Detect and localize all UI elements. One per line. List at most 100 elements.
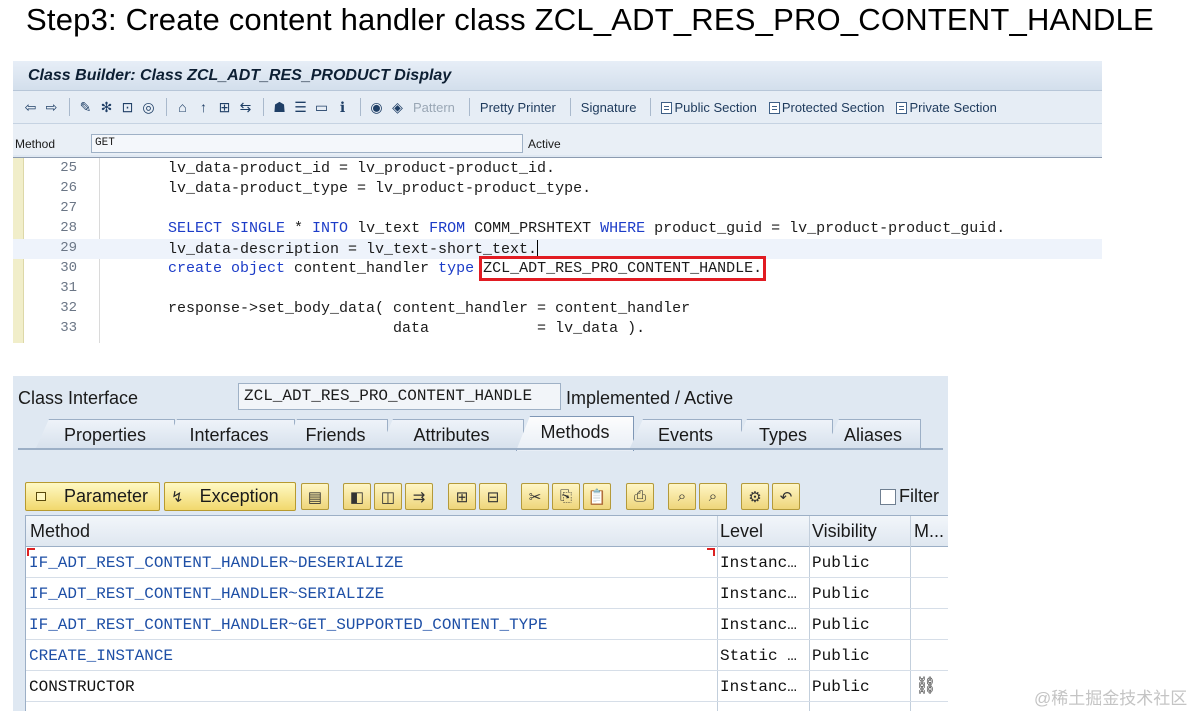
keyword: create object (168, 260, 286, 277)
check-icon[interactable]: ⊡ (118, 98, 137, 117)
breakpoint-icon[interactable]: ◉ (367, 98, 386, 117)
code-line[interactable]: 32 response->set_body_data( content_hand… (13, 299, 1102, 319)
keyword: WHERE (600, 220, 646, 237)
exception-button[interactable]: ↯ Exception (164, 482, 296, 511)
public-section-button[interactable]: Public Section (661, 100, 757, 115)
signature-button[interactable]: Signature (581, 100, 637, 115)
method-label: Method (15, 137, 56, 151)
code-text: lv_data-product_type = lv_product-produc… (168, 180, 592, 197)
hierarchy-icon[interactable]: ☗ (270, 98, 289, 117)
list-icon[interactable]: ☰ (291, 98, 310, 117)
activate-icon[interactable]: ✻ (97, 98, 116, 117)
tab-properties[interactable]: Properties (35, 419, 175, 450)
highlighted-class-name: ZCL_ADT_RES_PRO_CONTENT_HANDLE. (479, 256, 767, 281)
tab-attributes[interactable]: Attributes (379, 419, 524, 450)
keyword: INTO (312, 220, 349, 237)
tab-events[interactable]: Events (629, 419, 742, 450)
code-line[interactable]: 28 SELECT SINGLE * INTO lv_text FROM COM… (13, 219, 1102, 239)
filter-checkbox[interactable]: Filter (880, 486, 939, 507)
column-header-level[interactable]: Level (720, 521, 763, 542)
insert-row-icon[interactable]: ⊞ (448, 483, 476, 510)
pretty-printer-button[interactable]: Pretty Printer (480, 100, 556, 115)
navigate-icon[interactable]: ⇉ (405, 483, 433, 510)
detail-view-icon[interactable]: ◧ (343, 483, 371, 510)
code-line[interactable]: 26 lv_data-product_type = lv_product-pro… (13, 179, 1102, 199)
info-icon[interactable]: ℹ (333, 98, 352, 117)
print-icon[interactable]: ⎙ (626, 483, 654, 510)
text-cursor (537, 240, 539, 256)
navigate-up-icon[interactable]: ↑ (194, 98, 213, 117)
line-number: 25 (60, 160, 77, 176)
method-cell[interactable]: IF_ADT_REST_CONTENT_HANDLER~GET_SUPPORTE… (26, 609, 717, 640)
visibility-cell: Public (812, 616, 870, 634)
find-next-icon[interactable]: ⌕ (699, 483, 727, 510)
application-toolbar: ⇦ ⇨ ✎ ✻ ⊡ ◎ ⌂ ↑ ⊞ ⇆ ☗ ☰ ▭ ℹ ◉ ◈ Pattern … (13, 91, 1102, 124)
column-header-method[interactable]: Method (30, 521, 90, 542)
class-interface-label: Class Interface (18, 388, 139, 408)
undo-icon[interactable]: ↶ (772, 483, 800, 510)
forward-arrow-icon[interactable]: ⇨ (42, 98, 61, 117)
table-row[interactable]: CONSTRUCTOR Instanc… Public ⛓ (26, 671, 948, 702)
visibility-cell: Public (812, 585, 870, 603)
line-number: 28 (60, 220, 77, 236)
method-field[interactable]: GET (91, 134, 523, 153)
code-text: SELECT SINGLE * INTO lv_text FROM COMM_P… (168, 220, 1005, 237)
filter-label: Filter (899, 486, 939, 506)
method-cell[interactable]: IF_ADT_REST_CONTENT_HANDLER~SERIALIZE (26, 578, 717, 609)
settings-icon[interactable]: ⚙ (741, 483, 769, 510)
code-editor[interactable]: 25 lv_data-product_id = lv_product-produ… (13, 157, 1102, 343)
private-section-button[interactable]: Private Section (896, 100, 997, 115)
parameter-button[interactable]: Parameter (25, 482, 160, 511)
keyword: FROM (429, 220, 466, 237)
code-token: lv_data-description = lv_text-short_text… (168, 241, 538, 258)
method-cell[interactable]: CONSTRUCTOR (26, 671, 717, 702)
protected-section-button[interactable]: Protected Section (768, 100, 884, 115)
code-line[interactable]: 30 create object content_handler type ZC… (13, 256, 1102, 281)
tab-methods[interactable]: Methods (516, 416, 634, 451)
code-line[interactable]: 33 data = lv_data ). (13, 319, 1102, 339)
cut-icon[interactable]: ✂ (521, 483, 549, 510)
method-cell[interactable]: IF_ADT_REST_CONTENT_HANDLER~DESERIALIZE (26, 547, 717, 578)
code-line[interactable]: 25 lv_data-product_id = lv_product-produ… (13, 159, 1102, 179)
code-text: create object content_handler type ZCL_A… (168, 256, 767, 281)
frame-icon[interactable]: ▭ (312, 98, 331, 117)
visibility-cell: Public (812, 554, 870, 572)
enhance-icon[interactable]: ⊞ (215, 98, 234, 117)
test-icon[interactable]: ◎ (139, 98, 158, 117)
back-arrow-icon[interactable]: ⇦ (21, 98, 40, 117)
tab-friends[interactable]: Friends (283, 419, 388, 450)
copy-view-icon[interactable]: ◫ (374, 483, 402, 510)
external-breakpoint-icon[interactable]: ◈ (388, 98, 407, 117)
delete-row-icon[interactable]: ⊟ (479, 483, 507, 510)
where-used-icon[interactable]: ⌂ (173, 98, 192, 117)
method-cell[interactable]: CREATE_INSTANCE (26, 640, 717, 671)
class-name-field[interactable]: ZCL_ADT_RES_PRO_CONTENT_HANDLE (238, 383, 561, 410)
tree-icon[interactable]: ⇆ (236, 98, 255, 117)
table-row[interactable]: IF_ADT_REST_CONTENT_HANDLER~SERIALIZE In… (26, 578, 948, 609)
copy-icon[interactable]: ⎘ (552, 483, 580, 510)
methods-toolbar: Parameter ↯ Exception ▤ ◧ ◫ ⇉ ⊞ ⊟ ✂ ⎘ 📋 ⎙… (25, 482, 945, 512)
toolbar-separator (360, 98, 361, 116)
exception-icon: ↯ (171, 488, 184, 506)
tab-interfaces[interactable]: Interfaces (163, 419, 295, 450)
code-text: data = lv_data ). (168, 320, 646, 337)
column-header-visibility[interactable]: Visibility (812, 521, 877, 542)
table-row[interactable]: CREATE_INSTANCE Static … Public (26, 640, 948, 671)
paste-icon[interactable]: 📋 (583, 483, 611, 510)
table-row[interactable]: IF_ADT_REST_CONTENT_HANDLER~GET_SUPPORTE… (26, 609, 948, 640)
code-line-current[interactable]: 29 lv_data-description = lv_text-short_t… (13, 239, 1102, 259)
code-text: response->set_body_data( content_handler… (168, 300, 691, 317)
find-icon[interactable]: ⌕ (668, 483, 696, 510)
column-header-modeled[interactable]: M... (914, 521, 944, 542)
table-row[interactable]: IF_ADT_REST_CONTENT_HANDLER~DESERIALIZE … (26, 547, 948, 578)
keyword: SELECT SINGLE (168, 220, 286, 237)
code-line[interactable]: 27 (13, 199, 1102, 219)
tab-aliases[interactable]: Aliases (825, 419, 921, 450)
filter-check-box[interactable] (880, 488, 896, 505)
pattern-button[interactable]: Pattern (413, 100, 455, 115)
class-builder-window: Class Builder: Class ZCL_ADT_RES_PRODUCT… (13, 61, 1102, 343)
source-code-icon[interactable]: ▤ (301, 483, 329, 510)
tab-types[interactable]: Types (733, 419, 833, 450)
code-line[interactable]: 31 (13, 279, 1102, 299)
display-change-icon[interactable]: ✎ (76, 98, 95, 117)
